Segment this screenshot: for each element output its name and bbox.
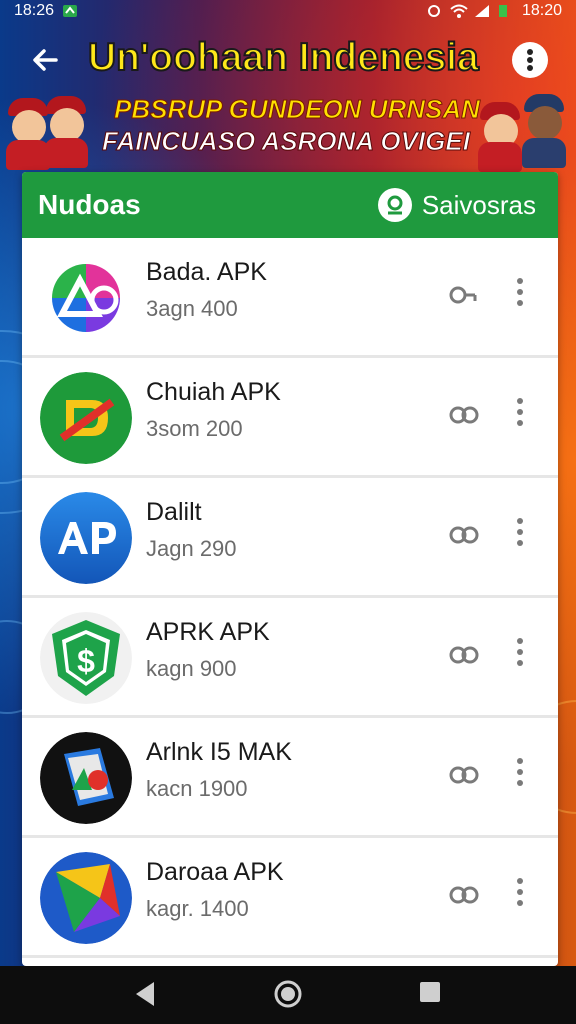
app-name: Dalilt — [146, 498, 202, 526]
link-icon[interactable] — [448, 404, 480, 426]
link-icon[interactable] — [448, 524, 480, 546]
app-name: APRK APK — [146, 618, 270, 646]
mascot-illustration-left — [4, 96, 104, 172]
status-time-left: 18:26 — [14, 2, 55, 19]
app-list-card: Nudoas Saivosras Bada. APK 3agn 400 Chui… — [22, 172, 558, 966]
app-icon-arlnk — [40, 732, 132, 824]
link-icon[interactable] — [448, 884, 480, 906]
app-subtitle: kagr. 1400 — [146, 896, 249, 921]
app-name: Chuiah APK — [146, 378, 281, 406]
page-title: Un'oohaan Indenesia — [87, 35, 480, 80]
alarm-icon — [426, 4, 442, 18]
nav-back-icon[interactable] — [132, 980, 158, 1013]
list-item[interactable]: Dalilt Jagn 290 — [22, 478, 558, 598]
link-icon[interactable] — [448, 644, 480, 666]
download-action-label: Saivosras — [421, 189, 536, 220]
status-bar: 18:26 18:20 — [0, 0, 576, 22]
download-action-button[interactable]: Saivosras — [377, 188, 536, 222]
notification-icon — [62, 4, 78, 18]
list-item[interactable]: $ APRK APK kagn 900 — [22, 598, 558, 718]
more-options-icon[interactable] — [506, 512, 534, 552]
app-name: Arlnk I5 MAK — [146, 738, 292, 766]
app-subtitle: 3som 200 — [146, 416, 243, 441]
download-icon — [377, 188, 412, 222]
more-options-icon[interactable] — [506, 752, 534, 792]
nav-home-icon[interactable] — [272, 978, 304, 1015]
app-subtitle: 3agn 400 — [146, 296, 238, 321]
wifi-icon — [450, 4, 468, 18]
app-subtitle: kagn 900 — [146, 656, 237, 681]
app-list: Bada. APK 3agn 400 Chuiah APK 3som 200 D… — [22, 238, 558, 958]
link-icon[interactable] — [448, 764, 480, 786]
back-arrow-icon[interactable] — [26, 40, 66, 80]
app-bar: Un'oohaan Indenesia — [0, 28, 576, 96]
battery-icon — [498, 4, 514, 18]
app-icon-daroaa — [40, 852, 132, 944]
more-options-icon[interactable] — [506, 272, 534, 312]
nav-recents-icon[interactable] — [418, 980, 442, 1009]
card-header: Nudoas Saivosras — [22, 172, 558, 238]
app-name: Daroaa APK — [146, 858, 284, 886]
app-subtitle: kacn 1900 — [146, 776, 248, 801]
card-title: Nudoas — [38, 189, 141, 220]
link-icon[interactable] — [448, 284, 480, 306]
app-subtitle: Jagn 290 — [146, 536, 237, 561]
app-icon-dalilt — [40, 492, 132, 584]
mascot-illustration-right — [476, 94, 576, 172]
system-nav-bar — [0, 966, 576, 1024]
more-options-icon[interactable] — [506, 872, 534, 912]
status-time-right: 18:20 — [521, 2, 562, 19]
list-item[interactable]: Bada. APK 3agn 400 — [22, 238, 558, 358]
list-item[interactable]: Chuiah APK 3som 200 — [22, 358, 558, 478]
list-item[interactable]: Daroaa APK kagr. 1400 — [22, 838, 558, 958]
app-icon-aprk: $ — [40, 612, 132, 704]
app-name: Bada. APK — [146, 258, 267, 286]
more-options-icon[interactable] — [506, 632, 534, 672]
promo-banner: PBSRUP GUNDEON URNSAN FAINCUASO ASRONA O… — [0, 92, 576, 172]
banner-headline: PBSRUP GUNDEON URNSAN — [114, 94, 481, 125]
banner-subheadline: FAINCUASO ASRONA OVIGEI — [102, 126, 471, 157]
svg-text:$: $ — [77, 643, 95, 679]
app-icon-bada — [40, 252, 132, 344]
more-vert-icon[interactable] — [512, 42, 548, 78]
list-item[interactable]: Arlnk I5 MAK kacn 1900 — [22, 718, 558, 838]
more-options-icon[interactable] — [506, 392, 534, 432]
app-icon-chuiah — [40, 372, 132, 464]
signal-icon — [474, 4, 490, 18]
